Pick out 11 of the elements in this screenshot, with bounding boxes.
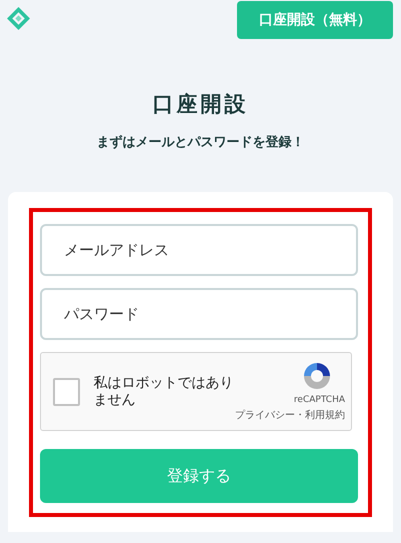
signup-button[interactable]: 口座開設（無料）	[237, 1, 393, 39]
input-field[interactable]: パスワード	[40, 288, 358, 340]
logo-icon	[6, 6, 31, 31]
captcha-brand: reCAPTCHA	[294, 394, 345, 408]
input-field[interactable]: メールアドレス	[40, 224, 358, 276]
register-button[interactable]: 登録する	[40, 449, 358, 503]
captcha-label: 私はロボットではありません	[94, 374, 235, 408]
page-subtitle: まずはメールとパスワードを登録！	[96, 134, 304, 152]
captcha-checkbox[interactable]	[53, 378, 80, 406]
page-title: 口座開設	[152, 91, 248, 118]
captcha-links[interactable]: プライバシー・利用規約	[235, 408, 345, 423]
